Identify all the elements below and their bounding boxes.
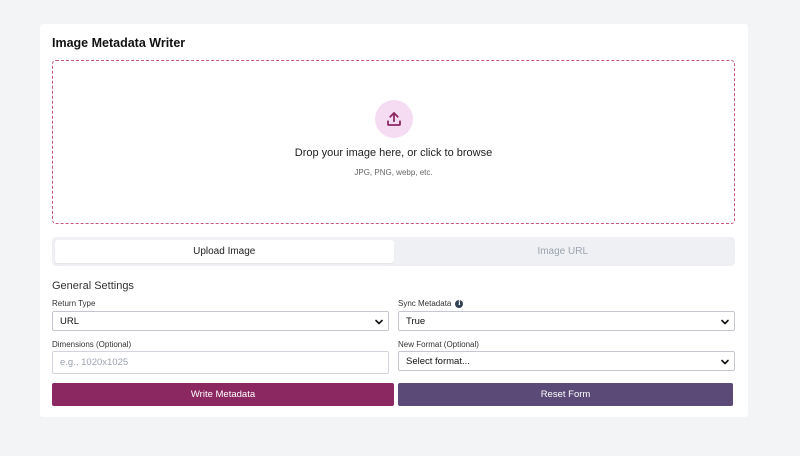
new-format-label-text: New Format (Optional) bbox=[398, 340, 479, 349]
new-format-select[interactable]: Select format... bbox=[398, 351, 735, 371]
general-settings-title: General Settings bbox=[52, 280, 134, 292]
upload-icon bbox=[387, 112, 401, 126]
dimensions-label-text: Dimensions (Optional) bbox=[52, 340, 132, 349]
image-dropzone[interactable]: Drop your image here, or click to browse… bbox=[52, 60, 735, 224]
tab-upload-image[interactable]: Upload Image bbox=[55, 240, 394, 263]
dropzone-subtext: JPG, PNG, webp, etc. bbox=[354, 168, 433, 177]
dimensions-input[interactable]: e.g., 1020x1025 bbox=[52, 351, 389, 374]
return-type-value: URL bbox=[60, 315, 80, 327]
tab-image-url[interactable]: Image URL bbox=[394, 240, 733, 263]
sync-metadata-label: Sync Metadata i bbox=[398, 299, 464, 308]
chevron-down-icon bbox=[721, 319, 729, 325]
new-format-value: Select format... bbox=[406, 355, 470, 367]
sync-metadata-value: True bbox=[406, 315, 426, 327]
return-type-label: Return Type bbox=[52, 299, 95, 308]
dropzone-text: Drop your image here, or click to browse bbox=[294, 147, 493, 159]
chevron-down-icon bbox=[721, 359, 729, 365]
upload-icon-circle bbox=[375, 100, 413, 138]
sync-metadata-select[interactable]: True bbox=[398, 311, 735, 331]
page-title: Image Metadata Writer bbox=[52, 36, 186, 50]
dimensions-label: Dimensions (Optional) bbox=[52, 340, 131, 349]
reset-form-button[interactable]: Reset Form bbox=[398, 383, 733, 406]
sync-metadata-label-text: Sync Metadata bbox=[398, 299, 452, 308]
new-format-label: New Format (Optional) bbox=[398, 340, 479, 349]
source-tabs: Upload Image Image URL bbox=[52, 237, 735, 266]
chevron-down-icon bbox=[375, 319, 383, 325]
return-type-select[interactable]: URL bbox=[52, 311, 389, 331]
return-type-label-text: Return Type bbox=[52, 299, 96, 308]
write-metadata-button[interactable]: Write Metadata bbox=[52, 383, 394, 406]
metadata-writer-card: Image Metadata Writer Drop your image he… bbox=[40, 24, 748, 417]
dimensions-placeholder: e.g., 1020x1025 bbox=[60, 357, 129, 368]
info-icon[interactable]: i bbox=[455, 299, 464, 308]
